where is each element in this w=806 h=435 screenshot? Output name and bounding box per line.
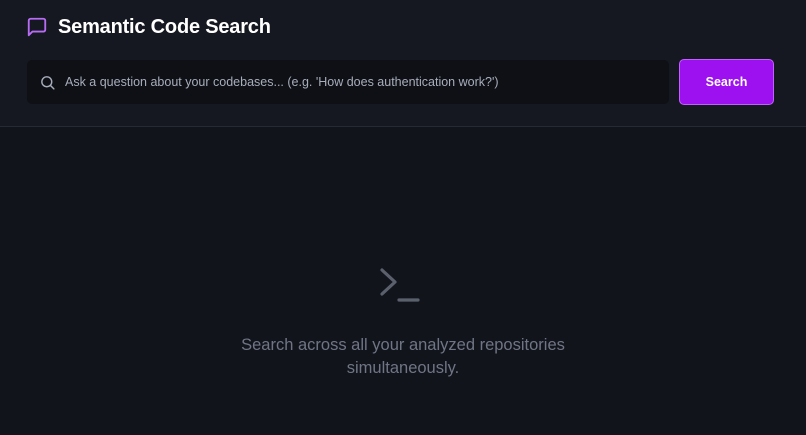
search-box[interactable]	[27, 60, 669, 104]
empty-state: Search across all your analyzed reposito…	[0, 128, 806, 435]
page-title: Semantic Code Search	[58, 15, 271, 38]
header: Semantic Code Search Search	[0, 0, 806, 127]
terminal-icon	[378, 266, 422, 304]
empty-state-message: Search across all your analyzed reposito…	[241, 336, 565, 377]
search-input[interactable]	[56, 60, 669, 104]
search-icon	[39, 74, 56, 91]
message-square-icon	[26, 16, 48, 38]
title-row: Semantic Code Search	[26, 14, 271, 40]
search-button[interactable]: Search	[679, 59, 774, 105]
